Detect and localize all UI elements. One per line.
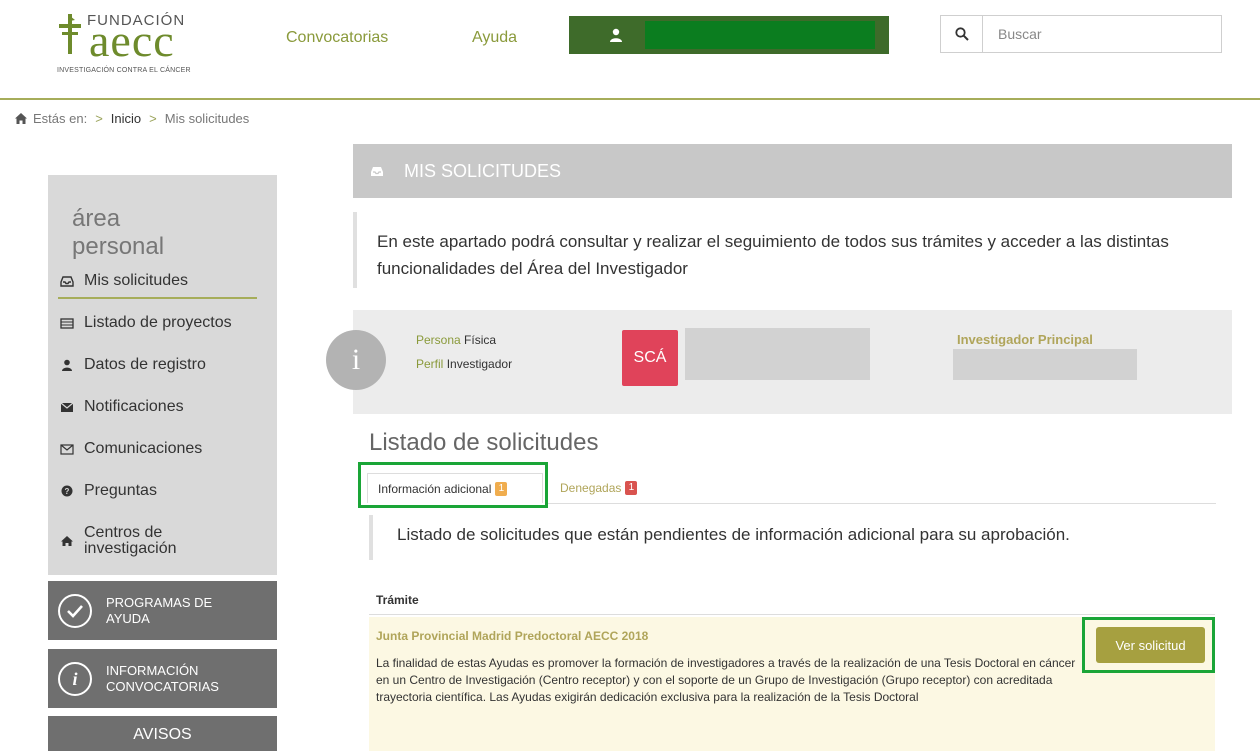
programas-de-ayuda-label: PROGRAMAS DE AYUDA	[106, 595, 212, 627]
solicitud-title: Junta Provincial Madrid Predoctoral AECC…	[376, 629, 649, 643]
sidebar-item-mis-solicitudes[interactable]: Mis solicitudes	[48, 265, 277, 299]
informacion-convocatorias-label: INFORMACIÓN CONVOCATORIAS	[106, 663, 219, 695]
user-details-redacted	[685, 328, 870, 380]
inbox-icon	[60, 276, 74, 287]
user-name-redacted	[645, 21, 875, 49]
sidebar-item-label: Notificaciones	[84, 398, 184, 415]
logo-aecc-text: aecc	[89, 15, 175, 66]
home-icon	[15, 113, 27, 124]
sidebar-item-label: Comunicaciones	[84, 440, 203, 457]
envelope-outline-icon	[60, 444, 74, 455]
breadcrumb-inicio[interactable]: Inicio	[111, 111, 141, 126]
search-icon	[954, 27, 969, 41]
user-icon	[610, 28, 622, 42]
avisos-panel: AVISOS	[48, 716, 277, 751]
solicitud-description: La finalidad de estas Ayudas es promover…	[376, 656, 1076, 704]
listado-solicitudes-title: Listado de solicitudes	[369, 429, 599, 456]
sidebar-item-datos-registro[interactable]: Datos de registro	[48, 349, 277, 381]
sidebar-item-label: Listado de proyectos	[84, 314, 232, 331]
informacion-label-line1: INFORMACIÓN	[106, 662, 199, 678]
table-header-divider	[369, 614, 1215, 615]
sidebar-item-label: Mis solicitudes	[84, 272, 189, 289]
count-badge: 1	[625, 481, 638, 495]
sidebar-item-preguntas[interactable]: ? Preguntas	[48, 475, 277, 507]
sidebar-item-centros-investigacion[interactable]: Centros de investigación	[48, 519, 277, 563]
highlight-box	[358, 462, 548, 508]
user-menu[interactable]	[569, 16, 889, 54]
programas-de-ayuda-button[interactable]: PROGRAMAS DE AYUDA	[48, 581, 277, 640]
list-icon	[60, 318, 74, 329]
nav-ayuda[interactable]: Ayuda	[472, 29, 517, 47]
sidebar-item-comunicaciones[interactable]: Comunicaciones	[48, 433, 277, 465]
nav-convocatorias[interactable]: Convocatorias	[286, 29, 388, 47]
search-input[interactable]	[984, 16, 1220, 52]
tab-denegadas[interactable]: Denegadas 1	[560, 481, 638, 495]
breadcrumb-prefix: Estás en:	[33, 111, 88, 126]
sidebar-title-line2: personal	[72, 233, 165, 260]
breadcrumb: Estás en: > Inicio > Mis solicitudes	[15, 111, 249, 126]
perfil-line: Perfil Investigador	[416, 357, 512, 371]
sidebar-title: área personal	[72, 205, 164, 261]
sidebar-item-notificaciones[interactable]: Notificaciones	[48, 391, 277, 423]
table-header-tramite: Trámite	[376, 593, 419, 607]
perfil-value: Investigador	[446, 357, 513, 371]
sidebar-item-listado-proyectos[interactable]: Listado de proyectos	[48, 307, 277, 339]
programas-label-line1: PROGRAMAS DE	[106, 594, 213, 610]
informacion-convocatorias-button[interactable]: i INFORMACIÓN CONVOCATORIAS	[48, 649, 277, 708]
sidebar-title-line1: área	[72, 205, 121, 232]
intro-text: En este apartado podrá consultar y reali…	[353, 212, 1232, 288]
informacion-label-line2: CONVOCATORIAS	[106, 678, 219, 694]
user-initials-badge: SCÁ	[622, 330, 678, 386]
investigador-principal-label: Investigador Principal	[957, 332, 1093, 347]
site-header: FUNDACIÓN aecc INVESTIGACIÓN CONTRA EL C…	[0, 0, 1260, 100]
mis-solicitudes-header: MIS SOLICITUDES	[353, 144, 1232, 198]
cross-logo-icon	[59, 14, 81, 54]
persona-value: Física	[464, 333, 497, 347]
sidebar-item-label-line1: Centros de	[84, 524, 163, 541]
user-icon	[62, 359, 72, 371]
perfil-label: Perfil	[416, 357, 444, 371]
sidebar-item-label: Datos de registro	[84, 356, 206, 373]
persona-line: Persona Física	[416, 333, 496, 347]
investigador-name-redacted	[953, 349, 1137, 380]
search-box	[940, 15, 1222, 53]
svg-text:?: ?	[65, 487, 70, 496]
info-icon: i	[326, 330, 386, 390]
sidebar-item-label: Centros de investigación	[84, 525, 177, 557]
envelope-icon	[60, 402, 74, 412]
page-title: MIS SOLICITUDES	[404, 160, 562, 181]
question-icon: ?	[61, 485, 73, 497]
list-description: Listado de solicitudes que están pendien…	[369, 515, 1215, 560]
inbox-icon	[371, 167, 383, 176]
breadcrumb-separator: >	[95, 111, 103, 126]
highlight-box	[1082, 617, 1215, 673]
sidebar-item-label-line2: investigación	[84, 540, 177, 557]
sidebar: área personal Mis solicitudes Listado de…	[48, 175, 277, 575]
breadcrumb-separator: >	[149, 111, 157, 126]
sidebar-item-label: Preguntas	[84, 482, 157, 499]
avisos-title: AVISOS	[133, 726, 192, 743]
tabs-divider	[548, 503, 1216, 504]
info-circle-icon: i	[58, 661, 92, 696]
check-circle-icon	[58, 593, 92, 628]
tab-label: Denegadas	[560, 481, 622, 495]
breadcrumb-current: Mis solicitudes	[164, 111, 250, 126]
home-icon	[61, 536, 73, 546]
logo-tagline: INVESTIGACIÓN CONTRA EL CÁNCER	[57, 67, 191, 74]
fundacion-aecc-logo[interactable]: FUNDACIÓN aecc INVESTIGACIÓN CONTRA EL C…	[57, 10, 227, 78]
persona-label: Persona	[416, 333, 461, 347]
programas-label-line2: AYUDA	[106, 610, 150, 626]
search-button[interactable]	[941, 16, 983, 52]
